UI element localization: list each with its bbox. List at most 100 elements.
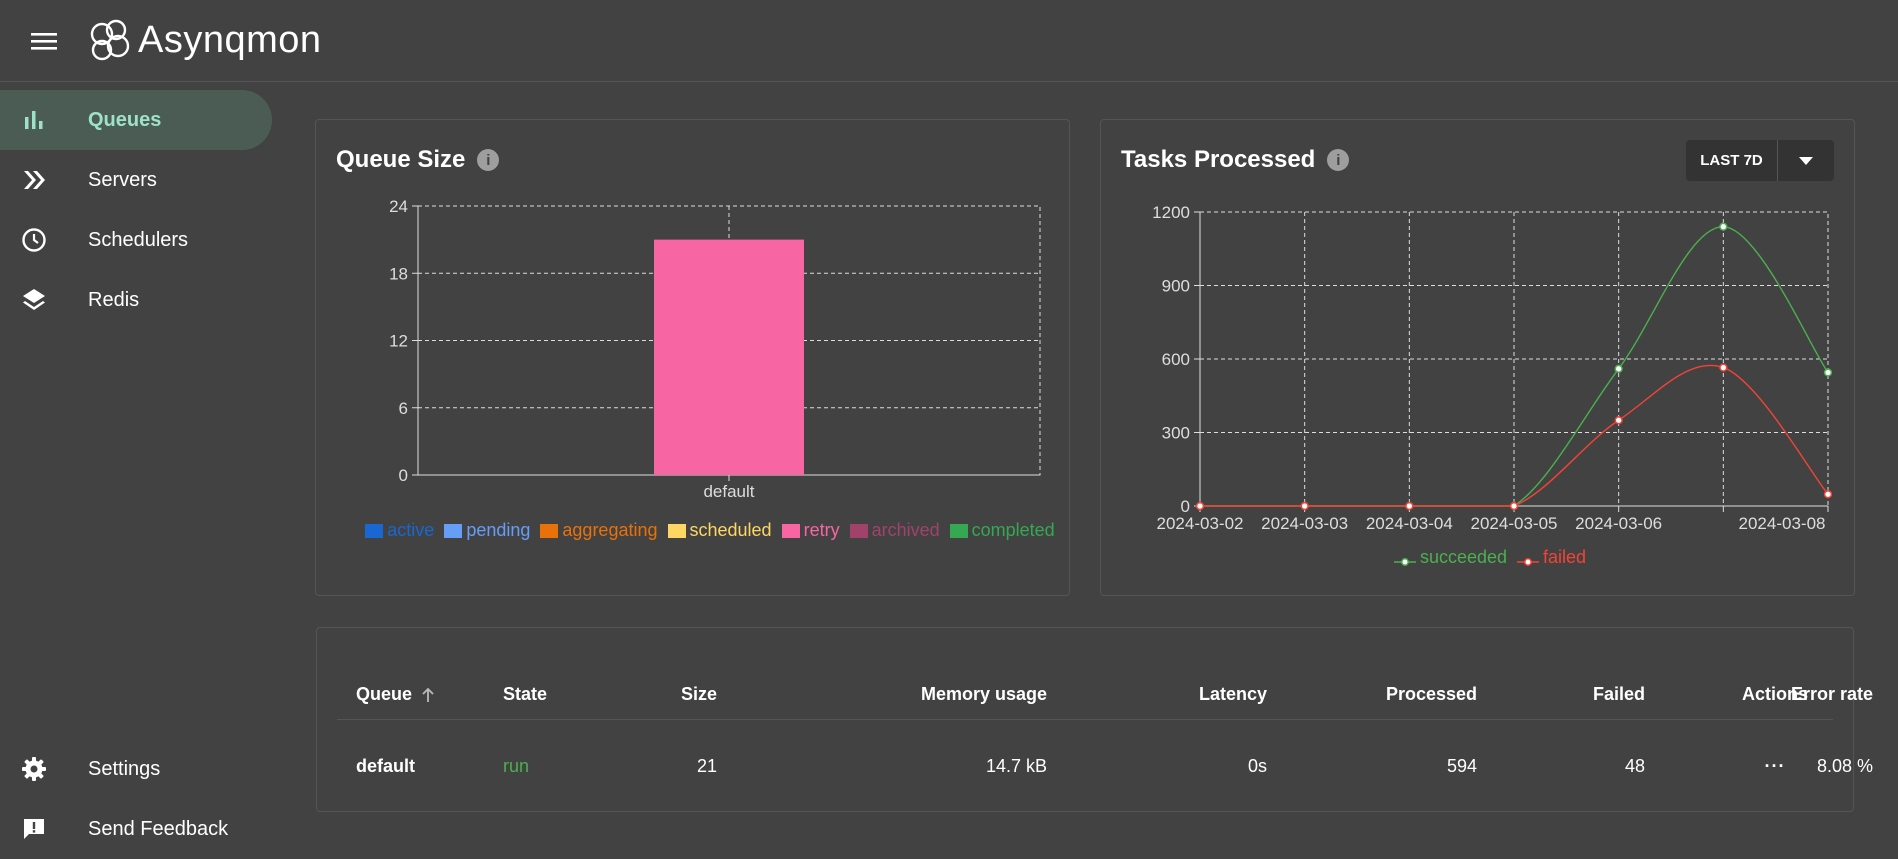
legend-label: retry [803, 520, 840, 540]
legend-item-pending[interactable]: pending [444, 520, 530, 541]
legend-swatch [365, 523, 384, 538]
series-line-failed [1200, 364, 1829, 507]
sidebar-item-schedulers[interactable]: Schedulers [0, 210, 272, 270]
x-tick-label: 2024-03-04 [1366, 514, 1453, 533]
legend-swatch [1393, 552, 1416, 566]
more-actions-button[interactable]: ··· [1705, 756, 1845, 777]
x-tick-label: 2024-03-02 [1157, 514, 1244, 533]
queue-size-title: Queue Size i [336, 146, 500, 174]
queues-table: Queue State Size Memory usage Latency Pr… [316, 627, 1873, 812]
legend-swatch [540, 523, 559, 538]
point-failed [1614, 416, 1623, 425]
sidebar-item-servers[interactable]: Servers [0, 150, 272, 210]
legend-swatch [949, 523, 968, 538]
sidebar-item-redis[interactable]: Redis [0, 270, 272, 330]
y-tick-label: 900 [1162, 277, 1190, 296]
legend-item-retry[interactable]: retry [781, 520, 840, 541]
legend-item-scheduled[interactable]: scheduled [667, 520, 772, 541]
col-header-latency: Latency [1198, 684, 1267, 704]
cell-failed: 48 [1624, 756, 1645, 776]
app-title: Asynqmon [138, 19, 322, 61]
bar-retry [654, 239, 804, 475]
sidebar-item-label: Settings [88, 757, 161, 780]
x-tick-label: 2024-03-06 [1575, 514, 1662, 533]
legend-label: aggregating [562, 520, 658, 540]
bar-chart-icon [18, 104, 50, 136]
legend-item-active[interactable]: active [365, 520, 434, 541]
sidebar-item-label: Send Feedback [88, 817, 229, 840]
legend-item-completed[interactable]: completed [949, 520, 1055, 541]
legend-item-succeeded[interactable]: succeeded [1393, 547, 1508, 568]
col-header-failed: Failed [1592, 684, 1645, 704]
sidebar: Queues Servers Schedulers Redis Settings [0, 82, 280, 845]
gear-icon [18, 753, 50, 785]
y-tick-label: 6 [399, 399, 408, 418]
legend-label: archived [871, 520, 940, 540]
col-header-memory-usage: Memory usage [920, 684, 1047, 704]
legend-label: pending [466, 520, 531, 540]
queue-size-chart: 0 6 12 18 24 default [389, 200, 1041, 501]
tasks-processed-title: Tasks Processed i [1121, 146, 1350, 174]
feedback-icon [18, 813, 50, 845]
y-tick-label: 24 [389, 200, 408, 216]
info-icon[interactable]: i [477, 149, 500, 171]
double-chevron-right-icon [18, 164, 50, 196]
time-range-select[interactable]: LAST 7D [1686, 140, 1834, 181]
point-failed [1195, 501, 1205, 511]
sidebar-item-settings[interactable]: Settings [0, 739, 272, 799]
x-tick-label: 2024-03-05 [1471, 514, 1558, 533]
tasks-processed-legend: succeeded failed [1140, 547, 1840, 568]
cell-queue-name[interactable]: default [356, 756, 415, 777]
legend-label: completed [971, 520, 1055, 540]
hamburger-menu-icon [31, 32, 57, 50]
queue-size-legend: active pending aggregating scheduled retry ar… [360, 520, 1060, 541]
legend-label: active [387, 520, 435, 540]
sidebar-item-send-feedback[interactable]: Send Feedback [0, 799, 272, 859]
y-tick-label: 300 [1162, 424, 1190, 443]
tasks-processed-title-text: Tasks Processed [1121, 146, 1316, 173]
legend-item-aggregating[interactable]: aggregating [540, 520, 658, 541]
point-failed [1509, 501, 1519, 511]
point-failed [1300, 501, 1309, 511]
sidebar-item-label: Redis [88, 288, 140, 311]
col-header-size: Size [680, 684, 717, 704]
sidebar-item-label: Servers [88, 168, 157, 191]
point-succeeded [1614, 364, 1623, 373]
cell-latency: 0s [1247, 756, 1267, 776]
y-tick-label: 12 [389, 332, 408, 351]
legend-label: failed [1543, 547, 1587, 567]
point-failed [1405, 501, 1414, 511]
asynqmon-logo-icon [90, 19, 130, 60]
legend-swatch [849, 523, 868, 538]
col-header-state: State [503, 684, 548, 704]
legend-label: scheduled [689, 520, 772, 540]
table-divider [337, 719, 1833, 720]
point-failed [1719, 363, 1728, 372]
sidebar-item-label: Queues [88, 108, 162, 131]
sort-arrow-up-icon [422, 687, 434, 702]
time-range-label: LAST 7D [1686, 140, 1778, 181]
x-tick-label: default [703, 482, 754, 501]
point-succeeded [1823, 368, 1833, 377]
clock-icon [18, 224, 50, 256]
sidebar-item-queues[interactable]: Queues [0, 90, 272, 150]
app-logo[interactable]: Asynqmon [88, 18, 322, 64]
col-header-queue[interactable]: Queue [356, 684, 436, 705]
cell-state: run [503, 756, 530, 776]
y-tick-label: 0 [399, 466, 408, 485]
legend-item-archived[interactable]: archived [849, 520, 940, 541]
app-bar: Asynqmon [0, 0, 1898, 82]
menu-button[interactable] [22, 19, 66, 63]
dropdown-arrow-icon[interactable] [1778, 140, 1834, 181]
col-header-actions: Actions [1741, 684, 1808, 704]
point-failed [1823, 490, 1833, 499]
legend-label: succeeded [1419, 547, 1508, 567]
cell-size: 21 [696, 756, 717, 776]
y-tick-label: 1200 [1152, 203, 1190, 222]
col-header-queue-label: Queue [356, 684, 413, 704]
cell-processed: 594 [1446, 756, 1477, 776]
info-icon[interactable]: i [1327, 149, 1350, 171]
legend-item-failed[interactable]: failed [1517, 547, 1586, 568]
legend-swatch [1517, 552, 1540, 566]
x-tick-label: 2024-03-03 [1261, 514, 1348, 533]
